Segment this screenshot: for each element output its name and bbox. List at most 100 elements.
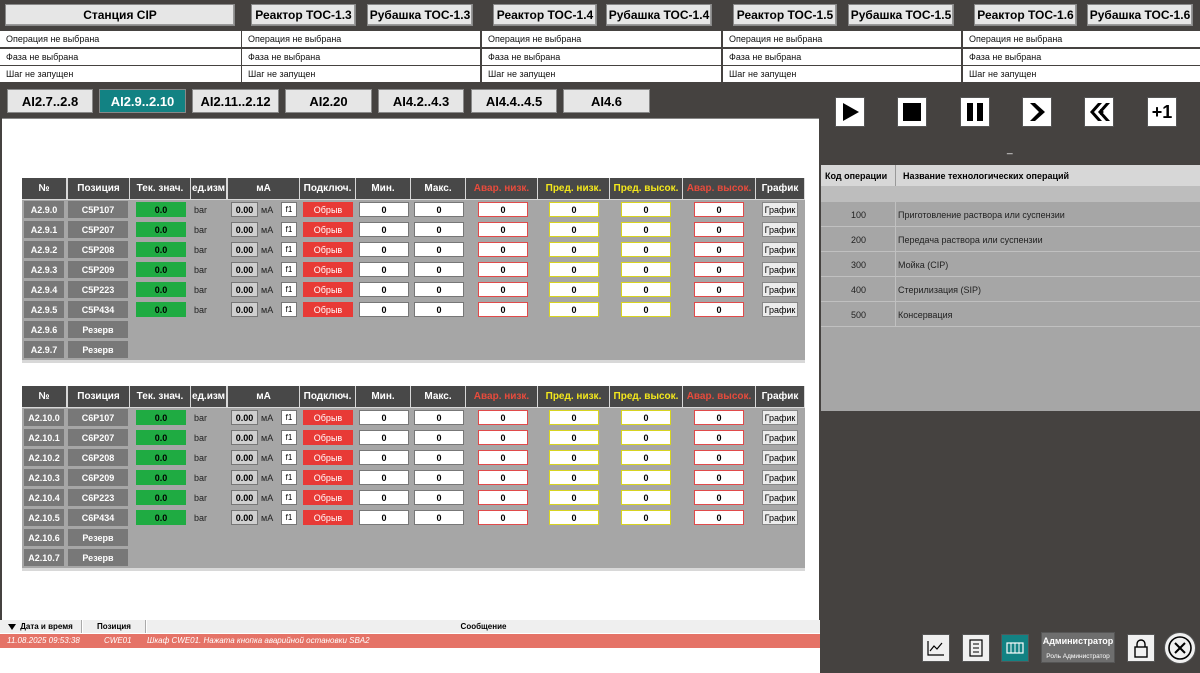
graph-button[interactable]: График — [762, 242, 798, 257]
jacket-toc-1-4-button[interactable]: Рубашка ТОС-1.4 — [606, 4, 712, 26]
warning-high-input[interactable]: 0 — [621, 282, 671, 297]
warning-high-input[interactable]: 0 — [621, 202, 671, 217]
trend-button[interactable] — [922, 634, 950, 662]
graph-button[interactable]: График — [762, 450, 798, 465]
warning-high-input[interactable]: 0 — [621, 242, 671, 257]
warning-low-input[interactable]: 0 — [549, 302, 599, 317]
operation-row[interactable]: 500 Консервация — [821, 302, 1200, 327]
alarm-high-input[interactable]: 0 — [694, 302, 744, 317]
tab-ai4-6[interactable]: AI4.6 — [563, 89, 650, 113]
filter-button[interactable]: f1 — [281, 242, 297, 257]
alarm-low-input[interactable]: 0 — [478, 202, 528, 217]
alarm-high-input[interactable]: 0 — [694, 202, 744, 217]
filter-button[interactable]: f1 — [281, 202, 297, 217]
min-input[interactable]: 0 — [359, 450, 409, 465]
warning-low-input[interactable]: 0 — [549, 282, 599, 297]
max-input[interactable]: 0 — [414, 470, 464, 485]
pause-button[interactable] — [960, 97, 990, 127]
max-input[interactable]: 0 — [414, 202, 464, 217]
filter-button[interactable]: f1 — [281, 430, 297, 445]
max-input[interactable]: 0 — [414, 450, 464, 465]
max-input[interactable]: 0 — [414, 262, 464, 277]
min-input[interactable]: 0 — [359, 262, 409, 277]
col-datetime[interactable]: Дата и время — [0, 620, 82, 633]
alarm-high-input[interactable]: 0 — [694, 222, 744, 237]
warning-low-input[interactable]: 0 — [549, 202, 599, 217]
tab-ai2-7-2-8[interactable]: AI2.7..2.8 — [7, 89, 93, 113]
warning-high-input[interactable]: 0 — [621, 450, 671, 465]
graph-button[interactable]: График — [762, 302, 798, 317]
warning-high-input[interactable]: 0 — [621, 302, 671, 317]
graph-button[interactable]: График — [762, 410, 798, 425]
reactor-toc-1-3-button[interactable]: Реактор ТОС-1.3 — [251, 4, 356, 26]
alarm-low-input[interactable]: 0 — [478, 242, 528, 257]
operation-row[interactable]: 400 Стерилизация (SIP) — [821, 277, 1200, 302]
jacket-toc-1-5-button[interactable]: Рубашка ТОС-1.5 — [848, 4, 954, 26]
alarm-high-input[interactable]: 0 — [694, 262, 744, 277]
warning-low-input[interactable]: 0 — [549, 262, 599, 277]
alarm-high-input[interactable]: 0 — [694, 282, 744, 297]
min-input[interactable]: 0 — [359, 282, 409, 297]
station-cip-button[interactable]: Станция CIP — [5, 4, 235, 26]
min-input[interactable]: 0 — [359, 202, 409, 217]
alarm-high-input[interactable]: 0 — [694, 430, 744, 445]
filter-button[interactable]: f1 — [281, 470, 297, 485]
alarm-high-input[interactable]: 0 — [694, 242, 744, 257]
alarm-low-input[interactable]: 0 — [478, 222, 528, 237]
warning-low-input[interactable]: 0 — [549, 242, 599, 257]
jacket-toc-1-6-button[interactable]: Рубашка ТОС-1.6 — [1087, 4, 1193, 26]
alarm-low-input[interactable]: 0 — [478, 450, 528, 465]
max-input[interactable]: 0 — [414, 430, 464, 445]
alarm-row[interactable]: 11.08.2025 09:53:38 CWE01 Шкаф CWE01. На… — [0, 634, 820, 648]
graph-button[interactable]: График — [762, 430, 798, 445]
tab-ai2-20[interactable]: AI2.20 — [285, 89, 372, 113]
filter-button[interactable]: f1 — [281, 222, 297, 237]
filter-button[interactable]: f1 — [281, 490, 297, 505]
warning-low-input[interactable]: 0 — [549, 450, 599, 465]
max-input[interactable]: 0 — [414, 282, 464, 297]
warning-low-input[interactable]: 0 — [549, 490, 599, 505]
filter-button[interactable]: f1 — [281, 302, 297, 317]
graph-button[interactable]: График — [762, 262, 798, 277]
warning-low-input[interactable]: 0 — [549, 222, 599, 237]
alarm-low-input[interactable]: 0 — [478, 510, 528, 525]
alarm-low-input[interactable]: 0 — [478, 262, 528, 277]
warning-low-input[interactable]: 0 — [549, 510, 599, 525]
alarm-low-input[interactable]: 0 — [478, 282, 528, 297]
graph-button[interactable]: График — [762, 222, 798, 237]
alarm-low-input[interactable]: 0 — [478, 430, 528, 445]
warning-low-input[interactable]: 0 — [549, 410, 599, 425]
tab-ai4-2-4-3[interactable]: AI4.2..4.3 — [378, 89, 464, 113]
alarm-high-input[interactable]: 0 — [694, 510, 744, 525]
min-input[interactable]: 0 — [359, 470, 409, 485]
graph-button[interactable]: График — [762, 470, 798, 485]
plus-one-button[interactable]: +1 — [1147, 97, 1177, 127]
warning-high-input[interactable]: 0 — [621, 222, 671, 237]
max-input[interactable]: 0 — [414, 302, 464, 317]
operation-row[interactable]: 300 Мойка (CIP) — [821, 252, 1200, 277]
min-input[interactable]: 0 — [359, 302, 409, 317]
module-button[interactable] — [1001, 634, 1029, 662]
filter-button[interactable]: f1 — [281, 510, 297, 525]
tab-ai2-11-2-12[interactable]: AI2.11..2.12 — [192, 89, 279, 113]
min-input[interactable]: 0 — [359, 222, 409, 237]
warning-high-input[interactable]: 0 — [621, 490, 671, 505]
reactor-toc-1-4-button[interactable]: Реактор ТОС-1.4 — [493, 4, 597, 26]
alarm-high-input[interactable]: 0 — [694, 450, 744, 465]
alarm-low-input[interactable]: 0 — [478, 490, 528, 505]
next-step-button[interactable] — [1022, 97, 1052, 127]
operation-row[interactable]: 200 Передача раствора или суспензии — [821, 227, 1200, 252]
min-input[interactable]: 0 — [359, 490, 409, 505]
warning-low-input[interactable]: 0 — [549, 470, 599, 485]
warning-high-input[interactable]: 0 — [621, 430, 671, 445]
filter-button[interactable]: f1 — [281, 410, 297, 425]
col-position[interactable]: Позиция — [83, 620, 146, 633]
filter-button[interactable]: f1 — [281, 450, 297, 465]
max-input[interactable]: 0 — [414, 510, 464, 525]
tab-ai4-4-4-5[interactable]: AI4.4..4.5 — [471, 89, 557, 113]
warning-high-input[interactable]: 0 — [621, 410, 671, 425]
alarm-high-input[interactable]: 0 — [694, 490, 744, 505]
tab-ai2-9-2-10[interactable]: AI2.9..2.10 — [99, 89, 186, 113]
graph-button[interactable]: График — [762, 490, 798, 505]
alarm-low-input[interactable]: 0 — [478, 302, 528, 317]
